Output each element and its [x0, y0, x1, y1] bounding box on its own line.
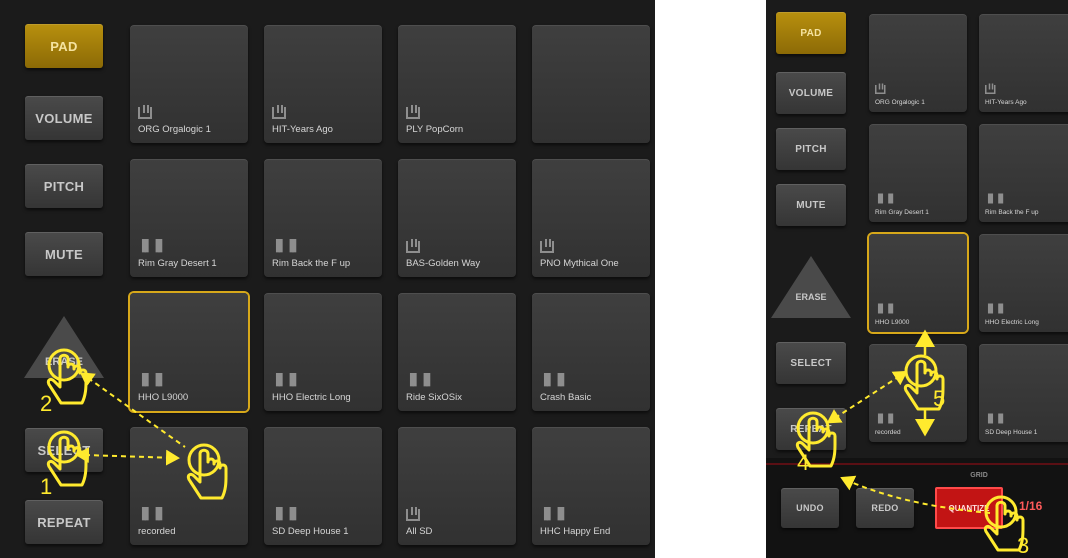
drum-pad[interactable]: ▐▌▐▌ HHO L9000 [130, 293, 248, 411]
drum-pad[interactable]: HIT-Years Ago [979, 14, 1068, 112]
waveform-icon: ▐▌▐▌ [272, 240, 300, 252]
waveform-icon: ▐▌▐▌ [875, 194, 896, 204]
piano-icon [875, 83, 886, 94]
waveform-icon: ▐▌▐▌ [875, 414, 896, 424]
volume-button[interactable]: VOLUME [776, 72, 846, 114]
repeat-button[interactable]: REPEAT [776, 408, 846, 450]
waveform-icon: ▐▌▐▌ [138, 508, 166, 520]
left-pad-screen: PAD VOLUME PITCH MUTE ERASE SELECT REPEA… [0, 0, 655, 558]
pitch-button[interactable]: PITCH [25, 164, 103, 208]
waveform-icon: ▐▌▐▌ [985, 194, 1006, 204]
pad-label: All SD [406, 526, 433, 537]
redo-button[interactable]: REDO [856, 488, 914, 528]
waveform-icon: ▐▌▐▌ [272, 508, 300, 520]
drum-pad[interactable]: ▐▌▐▌ SD Deep House 1 [979, 344, 1068, 442]
erase-label: ERASE [45, 356, 83, 368]
waveform-icon: ▐▌▐▌ [875, 304, 896, 314]
pad-label: Rim Gray Desert 1 [875, 209, 929, 216]
drum-pad[interactable]: HIT-Years Ago [264, 25, 382, 143]
drum-pad[interactable]: PNO Mythical One [532, 159, 650, 277]
volume-button[interactable]: VOLUME [25, 96, 103, 140]
drum-pad[interactable]: ORG Orgalogic 1 [869, 14, 967, 112]
drum-pad[interactable]: All SD [398, 427, 516, 545]
drum-pad[interactable]: ▐▌▐▌ HHO L9000 [869, 234, 967, 332]
quantize-button[interactable]: QUANTIZE [935, 487, 1003, 529]
pad-label: recorded [875, 429, 901, 436]
waveform-icon: ▐▌▐▌ [985, 414, 1006, 424]
drum-pad[interactable]: ORG Orgalogic 1 [130, 25, 248, 143]
pad-label: SD Deep House 1 [272, 526, 349, 537]
waveform-icon: ▐▌▐▌ [406, 374, 434, 386]
drum-pad[interactable] [532, 25, 650, 143]
pad-label: Rim Gray Desert 1 [138, 258, 217, 269]
drum-pad[interactable]: ▐▌▐▌ HHC Happy End [532, 427, 650, 545]
drum-pad[interactable]: ▐▌▐▌ Ride SixOSix [398, 293, 516, 411]
erase-label: ERASE [795, 292, 827, 302]
waveform-icon: ▐▌▐▌ [985, 304, 1006, 314]
pad-label: Ride SixOSix [406, 392, 462, 403]
drum-pad[interactable]: PLY PopCorn [398, 25, 516, 143]
drum-pad[interactable]: ▐▌▐▌ Rim Gray Desert 1 [130, 159, 248, 277]
pad-label: HHO Electric Long [985, 319, 1039, 326]
pad-label: BAS-Golden Way [406, 258, 481, 269]
pad-mode-button[interactable]: PAD [776, 12, 846, 54]
piano-icon [985, 83, 996, 94]
pad-label: PNO Mythical One [540, 258, 619, 269]
waveform-icon: ▐▌▐▌ [138, 240, 166, 252]
piano-icon [138, 105, 152, 119]
undo-button[interactable]: UNDO [781, 488, 839, 528]
drum-pad[interactable]: ▐▌▐▌ Rim Back the F up [979, 124, 1068, 222]
waveform-icon: ▐▌▐▌ [540, 374, 568, 386]
grid-value[interactable]: 1/16 [1019, 499, 1042, 513]
pad-label: ORG Orgalogic 1 [875, 99, 925, 106]
select-button[interactable]: SELECT [25, 428, 103, 472]
repeat-button[interactable]: REPEAT [25, 500, 103, 544]
pad-label: HHO L9000 [875, 319, 910, 326]
erase-button[interactable] [771, 256, 851, 318]
pad-label: HIT-Years Ago [985, 99, 1027, 106]
drum-pad[interactable]: ▐▌▐▌ SD Deep House 1 [264, 427, 382, 545]
pad-label: SD Deep House 1 [985, 429, 1038, 436]
drum-pad[interactable]: ▐▌▐▌ HHO Electric Long [264, 293, 382, 411]
waveform-icon: ▐▌▐▌ [138, 374, 166, 386]
pad-label: ORG Orgalogic 1 [138, 124, 211, 135]
pad-label: Rim Back the F up [272, 258, 351, 269]
right-pad-screen: PAD VOLUME PITCH MUTE ERASE SELECT REPEA… [766, 0, 1068, 558]
pad-label: HHC Happy End [540, 526, 611, 537]
divider [766, 463, 1068, 465]
pad-label: HHO L9000 [138, 392, 189, 403]
waveform-icon: ▐▌▐▌ [272, 374, 300, 386]
pad-mode-button[interactable]: PAD [25, 24, 103, 68]
piano-icon [272, 105, 286, 119]
piano-icon [406, 507, 420, 521]
mute-button[interactable]: MUTE [25, 232, 103, 276]
waveform-icon: ▐▌▐▌ [540, 508, 568, 520]
mute-button[interactable]: MUTE [776, 184, 846, 226]
drum-pad[interactable]: ▐▌▐▌ Rim Gray Desert 1 [869, 124, 967, 222]
pad-label: HIT-Years Ago [272, 124, 333, 135]
erase-button[interactable] [24, 316, 104, 378]
drum-pad[interactable]: ▐▌▐▌ recorded [130, 427, 248, 545]
pad-label: HHO Electric Long [272, 392, 351, 403]
pad-label: Rim Back the F up [985, 209, 1039, 216]
drum-pad[interactable]: ▐▌▐▌ recorded [869, 344, 967, 442]
drum-pad[interactable]: ▐▌▐▌ HHO Electric Long [979, 234, 1068, 332]
pad-label: PLY PopCorn [406, 124, 464, 135]
drum-pad[interactable]: ▐▌▐▌ Crash Basic [532, 293, 650, 411]
pad-label: recorded [138, 526, 176, 537]
pad-label: Crash Basic [540, 392, 592, 403]
piano-icon [406, 239, 420, 253]
pitch-button[interactable]: PITCH [776, 128, 846, 170]
select-button[interactable]: SELECT [776, 342, 846, 384]
piano-icon [406, 105, 420, 119]
drum-pad[interactable]: ▐▌▐▌ Rim Back the F up [264, 159, 382, 277]
drum-pad[interactable]: BAS-Golden Way [398, 159, 516, 277]
piano-icon [540, 239, 554, 253]
grid-label: GRID [970, 472, 988, 479]
